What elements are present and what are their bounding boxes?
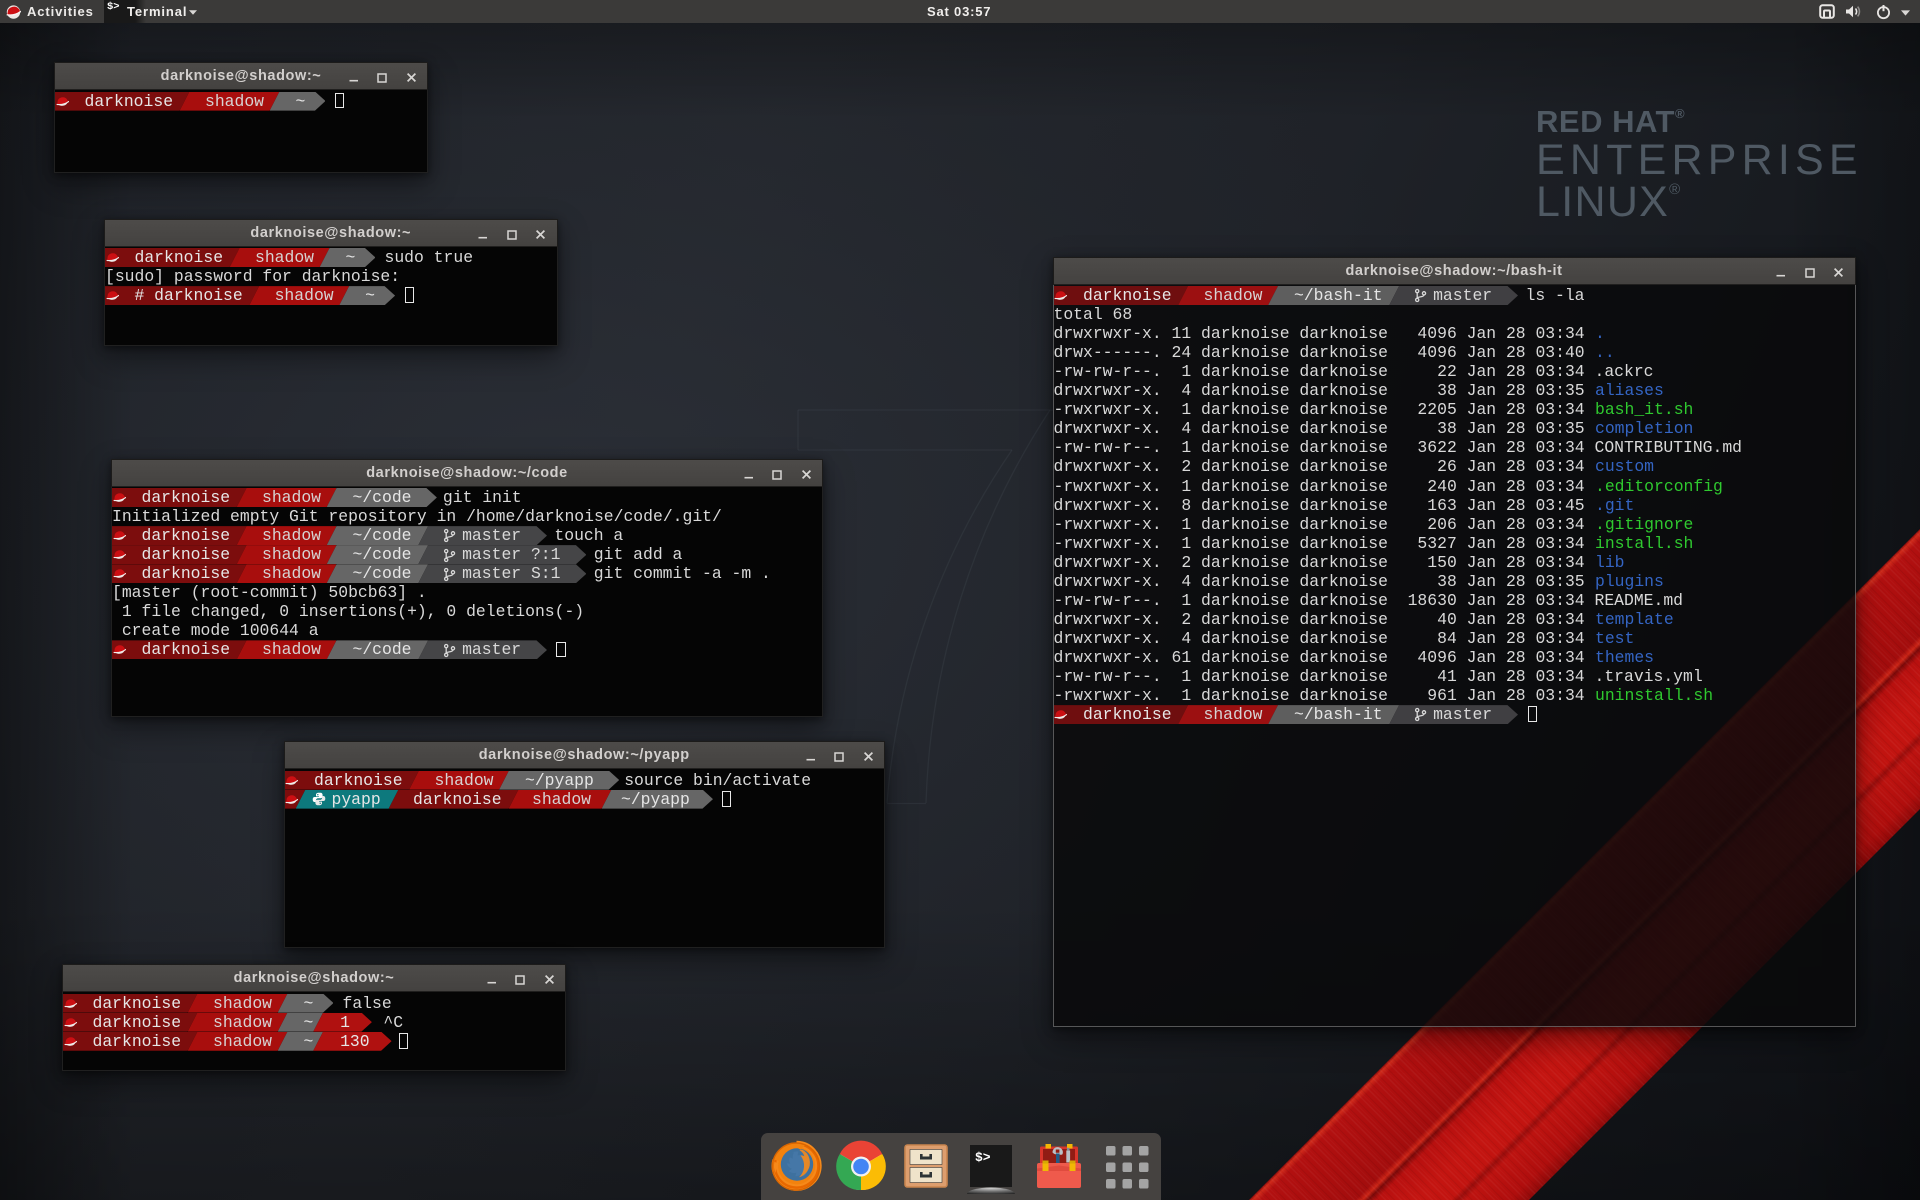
svg-text:$>: $>: [975, 1150, 991, 1165]
